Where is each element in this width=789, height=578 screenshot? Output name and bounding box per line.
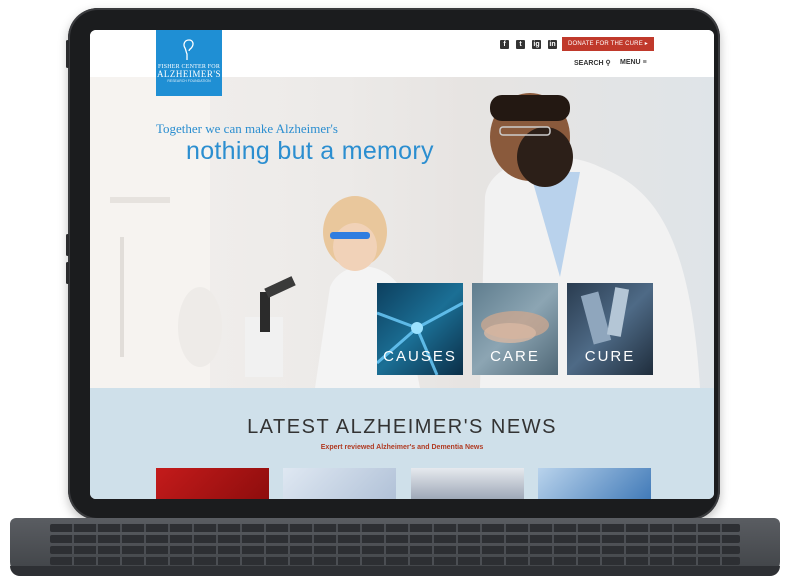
head-profile-icon bbox=[183, 39, 194, 60]
tile-cure[interactable]: CURE bbox=[567, 283, 653, 375]
social-links: f t ig in bbox=[500, 40, 557, 49]
search-link[interactable]: SEARCH ⚲ bbox=[574, 59, 611, 67]
menu-link[interactable]: MENU ≡ bbox=[620, 59, 647, 66]
site-header: FISHER CENTER FOR ALZHEIMER'S RESEARCH F… bbox=[90, 30, 714, 96]
keyboard-cover bbox=[10, 518, 780, 576]
search-label: SEARCH bbox=[574, 60, 604, 67]
site-logo[interactable]: FISHER CENTER FOR ALZHEIMER'S RESEARCH F… bbox=[156, 30, 222, 96]
twitter-icon[interactable]: t bbox=[516, 40, 525, 49]
donate-button[interactable]: DONATE FOR THE CURE ▸ bbox=[562, 37, 654, 51]
facebook-icon[interactable]: f bbox=[500, 40, 509, 49]
news-section: LATEST ALZHEIMER'S NEWS Expert reviewed … bbox=[90, 388, 714, 499]
hero-tagline-line2: nothing but a memory bbox=[186, 137, 434, 165]
news-card[interactable] bbox=[411, 468, 524, 499]
news-subheading: Expert reviewed Alzheimer's and Dementia… bbox=[320, 444, 484, 451]
instagram-icon[interactable]: ig bbox=[532, 40, 541, 49]
news-card[interactable] bbox=[283, 468, 396, 499]
linkedin-icon[interactable]: in bbox=[548, 40, 557, 49]
hero-tagline-line1: Together we can make Alzheimer's bbox=[156, 121, 338, 136]
hamburger-icon: ≡ bbox=[642, 59, 647, 66]
tile-causes-label: CAUSES bbox=[383, 348, 457, 365]
logo-text-line2: ALZHEIMER'S bbox=[156, 69, 222, 79]
tile-causes[interactable]: CAUSES bbox=[377, 283, 463, 375]
tile-care-label: CARE bbox=[490, 348, 540, 365]
logo-text-line3: RESEARCH FOUNDATION bbox=[167, 79, 211, 83]
news-heading: LATEST ALZHEIMER'S NEWS bbox=[247, 416, 557, 438]
tile-cure-label: CURE bbox=[584, 348, 636, 365]
news-card[interactable] bbox=[538, 468, 651, 499]
tablet-screen: FISHER CENTER FOR ALZHEIMER'S RESEARCH F… bbox=[90, 30, 714, 499]
tablet-side-button bbox=[66, 262, 69, 284]
tablet-side-button bbox=[66, 40, 69, 68]
tablet-side-button bbox=[66, 234, 69, 256]
tile-care[interactable]: CARE bbox=[472, 283, 558, 375]
news-card[interactable] bbox=[156, 468, 269, 499]
menu-label: MENU bbox=[620, 59, 641, 66]
hero-banner: Together we can make Alzheimer's nothing… bbox=[90, 77, 714, 388]
keyboard-keys bbox=[50, 524, 740, 568]
search-icon: ⚲ bbox=[605, 60, 611, 67]
